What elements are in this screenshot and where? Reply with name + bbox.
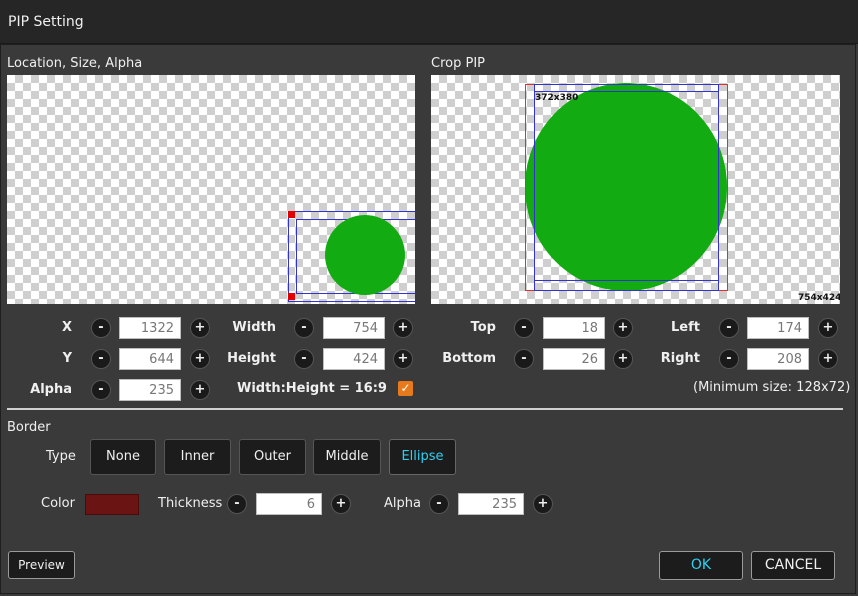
border-color-label: Color [41,496,75,511]
left-increment-button[interactable]: + [818,318,838,338]
left-label: Left [671,320,700,335]
x-label: X [61,320,72,335]
alpha-decrement-button[interactable]: - [91,380,111,400]
bottom-label: Bottom [442,351,496,366]
thickness-decrement-button[interactable]: - [227,494,247,514]
window-title: PIP Setting [8,14,84,30]
alpha-label: Alpha [30,382,72,397]
bottom-input[interactable] [543,348,605,370]
crop-panel-label: Crop PIP [431,56,485,71]
border-color-swatch[interactable] [85,494,139,515]
preview-button[interactable]: Preview [8,551,75,579]
cancel-button[interactable]: CANCEL [751,551,835,580]
border-type-none-button[interactable]: None [90,439,156,475]
right-increment-button[interactable]: + [818,349,838,369]
width-input[interactable] [323,317,385,339]
left-decrement-button[interactable]: - [719,318,739,338]
section-divider [7,408,843,410]
thickness-increment-button[interactable]: + [331,494,351,514]
border-type-inner-button[interactable]: Inner [164,439,231,475]
thickness-input[interactable] [256,493,322,515]
aspect-ratio-checkbox[interactable]: ✓ [398,381,413,396]
y-decrement-button[interactable]: - [91,349,111,369]
height-increment-button[interactable]: + [393,349,413,369]
y-input[interactable] [119,348,181,370]
alpha-input[interactable] [119,379,181,401]
height-input[interactable] [323,348,385,370]
crop-frame-inner [534,91,719,281]
pip-content [325,215,405,295]
top-label: Top [470,320,496,335]
x-input[interactable] [119,317,181,339]
title-bar: PIP Setting [0,0,858,44]
crop-preview[interactable]: 372x380 754x424 [431,75,840,304]
ok-button[interactable]: OK [659,551,743,580]
left-input[interactable] [747,317,809,339]
width-label: Width [232,320,276,335]
minimum-size-note: (Minimum size: 128x72) [693,380,851,395]
border-thickness-label: Thickness [158,496,223,511]
resize-handle-bottom-left[interactable] [288,293,295,300]
location-panel-label: Location, Size, Alpha [7,56,143,71]
aspect-ratio-label: Width:Height = 16:9 [237,381,387,396]
alpha-increment-button[interactable]: + [190,380,210,400]
width-decrement-button[interactable]: - [294,318,314,338]
width-increment-button[interactable]: + [393,318,413,338]
border-alpha-label: Alpha [384,496,421,511]
bottom-increment-button[interactable]: + [613,349,633,369]
x-decrement-button[interactable]: - [91,318,111,338]
crop-size-label: 372x380 [535,93,579,103]
border-type-middle-button[interactable]: Middle [313,439,381,475]
checkmark-icon: ✓ [400,381,411,395]
right-input[interactable] [747,348,809,370]
border-type-outer-button[interactable]: Outer [239,439,306,475]
top-decrement-button[interactable]: - [514,318,534,338]
top-increment-button[interactable]: + [613,318,633,338]
border-alpha-decrement-button[interactable]: - [429,494,449,514]
height-decrement-button[interactable]: - [294,349,314,369]
border-alpha-input[interactable] [458,493,524,515]
border-type-ellipse-button[interactable]: Ellipse [389,439,456,475]
height-label: Height [227,351,276,366]
source-size-label: 754x424 [798,293,840,303]
border-type-label: Type [46,449,76,464]
bottom-decrement-button[interactable]: - [514,349,534,369]
y-label: Y [62,351,72,366]
y-increment-button[interactable]: + [190,349,210,369]
resize-handle-top-left[interactable] [288,211,295,218]
border-section-label: Border [7,420,51,435]
x-increment-button[interactable]: + [190,318,210,338]
right-label: Right [660,351,700,366]
location-preview[interactable] [7,75,415,304]
border-alpha-increment-button[interactable]: + [533,494,553,514]
right-decrement-button[interactable]: - [719,349,739,369]
top-input[interactable] [543,317,605,339]
